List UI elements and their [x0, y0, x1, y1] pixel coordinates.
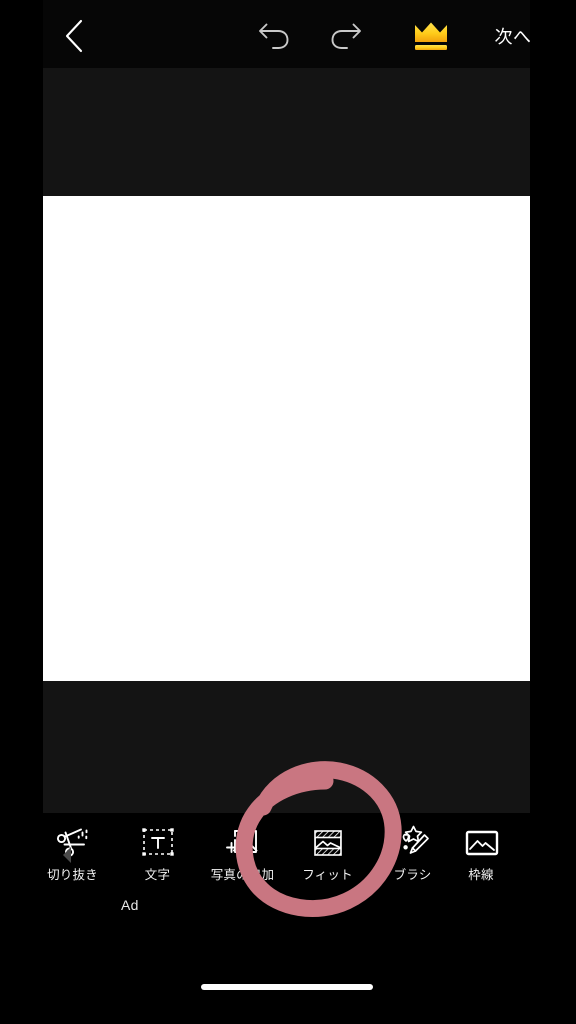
back-button[interactable]	[51, 14, 97, 58]
tool-item-label: フィット	[302, 868, 353, 882]
tool-item-fit[interactable]: フィット	[285, 813, 370, 898]
tool-item-add-photo[interactable]: 写真の追加	[200, 813, 285, 898]
undo-button[interactable]	[253, 16, 295, 56]
tool-item-frame[interactable]: 枠線	[455, 813, 507, 898]
home-indicator-bar[interactable]	[200, 984, 373, 990]
tool-item-label: 切り抜き	[47, 868, 98, 882]
ad-label: Ad	[121, 897, 139, 913]
tool-item-label: ブラシ	[393, 868, 432, 882]
premium-crown-button[interactable]	[408, 16, 454, 56]
tool-item-crop[interactable]: 切り抜き	[43, 813, 115, 898]
tool-item-label: 文字	[144, 868, 171, 882]
bottom-tool-strip[interactable]: ー	[43, 813, 530, 898]
next-button[interactable]: 次へ	[483, 14, 531, 58]
top-toolbar: 次へ	[43, 0, 530, 68]
add-image-icon	[221, 821, 265, 865]
crown-icon	[412, 20, 450, 52]
screenshot-root: 次へ ー	[0, 0, 576, 1024]
editor-stage[interactable]	[43, 68, 530, 813]
next-button-label: 次へ	[494, 27, 531, 47]
redo-arrow-icon	[329, 21, 363, 51]
canvas-sheet[interactable]	[43, 196, 530, 681]
fit-hatch-icon	[306, 821, 350, 865]
redo-button[interactable]	[325, 16, 367, 56]
tool-item-brush[interactable]: ブラシ	[370, 813, 455, 898]
frame-picture-icon	[459, 821, 503, 865]
tool-item-label: 枠線	[468, 868, 494, 882]
phone-viewport: 次へ ー	[43, 0, 530, 1024]
tool-item-label: 写真の追加	[210, 868, 275, 882]
scroll-left-button[interactable]	[59, 844, 75, 866]
undo-arrow-icon	[257, 21, 291, 51]
chevron-left-small-icon	[61, 846, 73, 864]
chevron-left-icon	[63, 19, 85, 53]
tool-scroller[interactable]: ー	[43, 813, 507, 898]
brush-sparkle-icon	[391, 821, 435, 865]
tool-item-text[interactable]: 文字	[115, 813, 200, 898]
text-box-icon	[136, 821, 180, 865]
